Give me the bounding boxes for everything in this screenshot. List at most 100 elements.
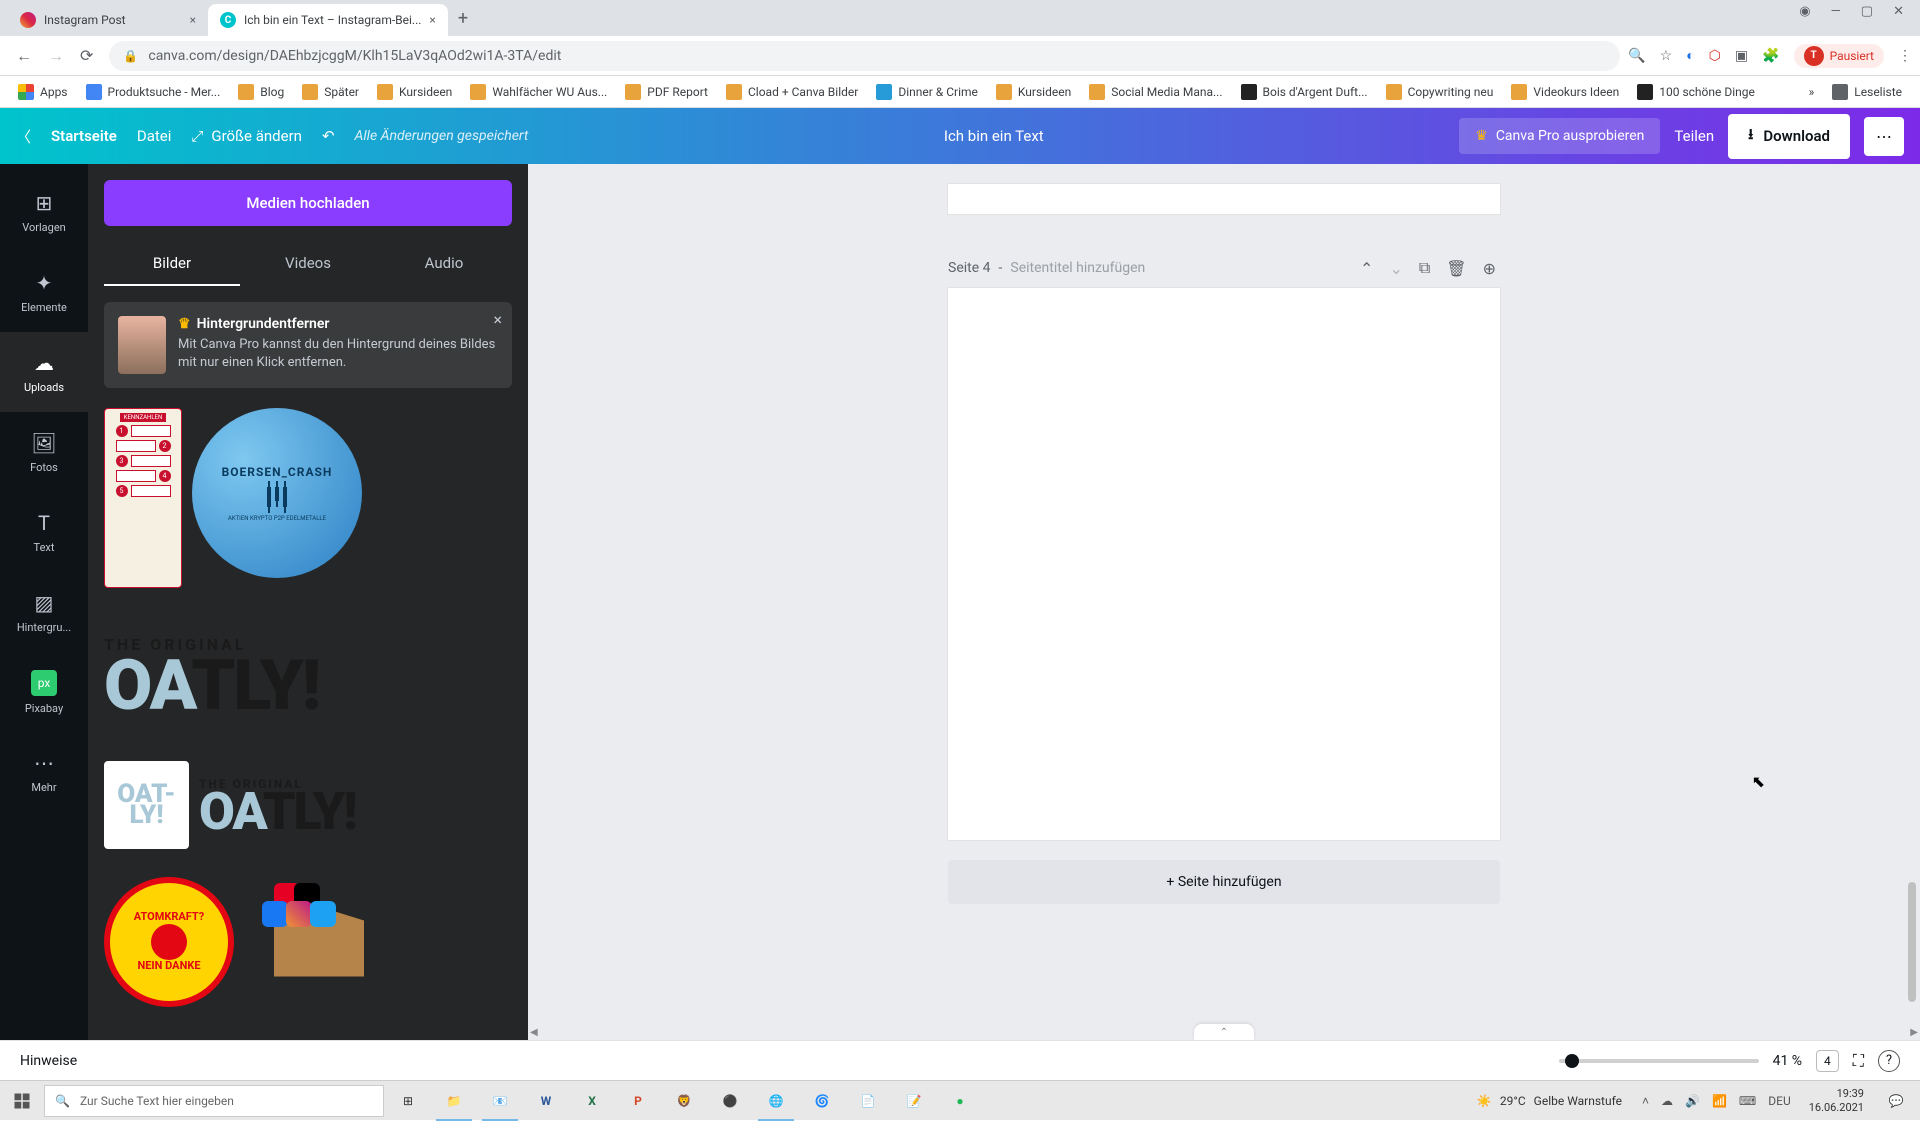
start-button[interactable] xyxy=(2,1081,42,1121)
rail-uploads[interactable]: ☁Uploads xyxy=(0,332,88,412)
profile-badge[interactable]: T Pausiert xyxy=(1794,44,1884,68)
account-icon[interactable]: ◉ xyxy=(1799,4,1810,19)
close-icon[interactable]: × xyxy=(190,13,196,27)
canvas-area[interactable]: Seite 4 - Seitentitel hinzufügen ⌃ ⌄ ⧉ 🗑… xyxy=(528,164,1920,1040)
tab-images[interactable]: Bilder xyxy=(104,242,240,286)
menu-icon[interactable]: ⋮ xyxy=(1898,48,1912,64)
url-input[interactable]: 🔒 canva.com/design/DAEhbzjcggM/Klh15LaV3… xyxy=(109,41,1620,71)
brave-icon[interactable]: 🦁 xyxy=(662,1081,706,1121)
download-button[interactable]: ⭳ Download xyxy=(1728,114,1850,159)
upload-boersen-crash[interactable]: BOERSEN_CRASH AKTIEN KRYPTO P2P EDELMETA… xyxy=(192,408,362,578)
bookmark-item[interactable]: Kursideen xyxy=(371,80,458,104)
duplicate-page-icon[interactable]: ⧉ xyxy=(1415,254,1434,282)
resize-button[interactable]: ⤢ Größe ändern xyxy=(191,127,302,145)
move-page-up-icon[interactable]: ⌃ xyxy=(1356,255,1377,282)
clock[interactable]: 19:39 16.06.2021 xyxy=(1801,1087,1872,1113)
extensions-menu-icon[interactable]: 🧩 xyxy=(1762,48,1779,64)
task-view-icon[interactable]: ⊞ xyxy=(386,1081,430,1121)
reload-icon[interactable]: ⟳ xyxy=(80,46,93,66)
file-menu[interactable]: Datei xyxy=(137,127,172,145)
system-tray[interactable]: ˄ ☁ 🔊 📶 ⌨ DEU xyxy=(1634,1094,1799,1108)
obs-icon[interactable]: ⚫ xyxy=(708,1081,752,1121)
notes-toggle-button[interactable]: ⌃ xyxy=(1194,1024,1254,1040)
maximize-icon[interactable]: ▢ xyxy=(1861,4,1873,19)
fullscreen-icon[interactable]: ⛶ xyxy=(1853,1051,1864,1071)
bookmark-star-icon[interactable]: ☆ xyxy=(1660,48,1673,64)
previous-page-edge[interactable] xyxy=(948,184,1500,214)
minimize-icon[interactable]: — xyxy=(1831,4,1841,19)
bookmark-item[interactable]: Copywriting neu xyxy=(1380,80,1500,104)
add-page-icon[interactable]: ⊕ xyxy=(1479,255,1500,282)
page-canvas[interactable] xyxy=(948,288,1500,840)
upload-social-box[interactable] xyxy=(244,877,394,1007)
bookmark-item[interactable]: Videokurs Ideen xyxy=(1505,80,1625,104)
try-pro-button[interactable]: ♛ Canva Pro ausprobieren xyxy=(1459,118,1660,154)
page-count-button[interactable]: 4 xyxy=(1816,1050,1839,1072)
upload-oatly-medium[interactable]: THE ORIGINAL OATLY! xyxy=(199,761,499,849)
canvas-scroll[interactable]: Seite 4 - Seitentitel hinzufügen ⌃ ⌄ ⧉ 🗑… xyxy=(528,164,1920,1040)
powerpoint-icon[interactable]: P xyxy=(616,1081,660,1121)
bookmark-item[interactable]: 100 schöne Dinge xyxy=(1631,80,1761,104)
bookmark-overflow[interactable]: » xyxy=(1803,81,1821,103)
taskbar-search[interactable]: 🔍 Zur Suche Text hier eingeben xyxy=(44,1085,384,1117)
chrome-icon[interactable]: 🌐 xyxy=(754,1081,798,1121)
share-button[interactable]: Teilen xyxy=(1674,127,1714,145)
page-title-input[interactable]: Seitentitel hinzufügen xyxy=(1010,260,1145,276)
bookmark-item[interactable]: Produktsuche - Mer... xyxy=(80,80,227,104)
zoom-icon[interactable]: 🔍 xyxy=(1628,48,1645,64)
notepad-icon[interactable]: 📝 xyxy=(892,1081,936,1121)
more-menu-button[interactable]: ⋯ xyxy=(1864,117,1904,156)
document-title[interactable]: Ich bin ein Text xyxy=(548,127,1439,145)
undo-icon[interactable]: ↶ xyxy=(322,127,335,145)
rail-text[interactable]: TText xyxy=(0,492,88,572)
home-button[interactable]: Startseite xyxy=(51,127,117,145)
back-home-icon[interactable]: 〈 xyxy=(16,126,31,147)
add-page-button[interactable]: + Seite hinzufügen xyxy=(948,860,1500,904)
word-icon[interactable]: W xyxy=(524,1081,568,1121)
excel-icon[interactable]: X xyxy=(570,1081,614,1121)
scrollbar-thumb[interactable] xyxy=(1908,882,1916,1002)
close-icon[interactable]: × xyxy=(429,13,435,27)
bookmark-item[interactable]: Cload + Canva Bilder xyxy=(720,80,864,104)
scroll-right-icon[interactable]: ▶ xyxy=(1908,1025,1920,1040)
bookmark-apps[interactable]: Apps xyxy=(12,80,74,104)
mail-icon[interactable]: 📧 xyxy=(478,1081,522,1121)
bookmark-item[interactable]: Bois d'Argent Duft... xyxy=(1235,80,1374,104)
forward-icon[interactable]: → xyxy=(48,46,64,66)
browser-tab-canva[interactable]: C Ich bin ein Text – Instagram-Bei... × xyxy=(208,4,448,36)
reading-list[interactable]: Leseliste xyxy=(1826,80,1908,104)
move-page-down-icon[interactable]: ⌄ xyxy=(1385,255,1406,282)
bookmark-item[interactable]: Später xyxy=(296,80,365,104)
browser-tab-instagram[interactable]: Instagram Post × xyxy=(8,4,208,36)
language-indicator[interactable]: DEU xyxy=(1768,1094,1790,1108)
wifi-icon[interactable]: 📶 xyxy=(1712,1094,1727,1108)
bookmark-item[interactable]: Kursideen xyxy=(990,80,1077,104)
edge-icon[interactable]: 🌀 xyxy=(800,1081,844,1121)
onedrive-icon[interactable]: ☁ xyxy=(1661,1094,1673,1108)
vertical-scrollbar[interactable] xyxy=(1906,164,1918,1022)
bookmark-item[interactable]: Dinner & Crime xyxy=(870,80,984,104)
rail-photos[interactable]: 🖼Fotos xyxy=(0,412,88,492)
tab-audio[interactable]: Audio xyxy=(376,242,512,286)
zoom-slider[interactable] xyxy=(1559,1059,1759,1063)
close-window-icon[interactable]: ✕ xyxy=(1893,4,1904,19)
bookmark-item[interactable]: Wahlfächer WU Aus... xyxy=(464,80,613,104)
weather-widget[interactable]: ☀️ 29°C Gelbe Warnstufe xyxy=(1467,1094,1632,1108)
app-icon[interactable]: 📄 xyxy=(846,1081,890,1121)
help-icon[interactable]: ? xyxy=(1878,1050,1900,1072)
scroll-left-icon[interactable]: ◀ xyxy=(528,1025,540,1040)
upload-kennzahlen[interactable]: KENNZAHLEN 1 2 3 4 5 xyxy=(104,408,182,588)
zoom-slider-knob[interactable] xyxy=(1565,1054,1579,1068)
upload-oatly-small[interactable]: OAT-LY! xyxy=(104,761,189,849)
rail-pixabay[interactable]: pxPixabay xyxy=(0,652,88,732)
file-explorer-icon[interactable]: 📁 xyxy=(432,1081,476,1121)
back-icon[interactable]: ← xyxy=(16,46,32,66)
upload-oatly-wide[interactable]: THE ORIGINAL OATLY! xyxy=(104,616,512,734)
tab-videos[interactable]: Videos xyxy=(240,242,376,286)
extension-icon[interactable]: ⬡ xyxy=(1709,48,1721,64)
rail-more[interactable]: ⋯Mehr xyxy=(0,732,88,812)
rail-background[interactable]: ▨Hintergru... xyxy=(0,572,88,652)
bookmark-item[interactable]: PDF Report xyxy=(619,80,714,104)
keyboard-icon[interactable]: ⌨ xyxy=(1739,1094,1756,1108)
rail-elements[interactable]: ✦Elemente xyxy=(0,252,88,332)
